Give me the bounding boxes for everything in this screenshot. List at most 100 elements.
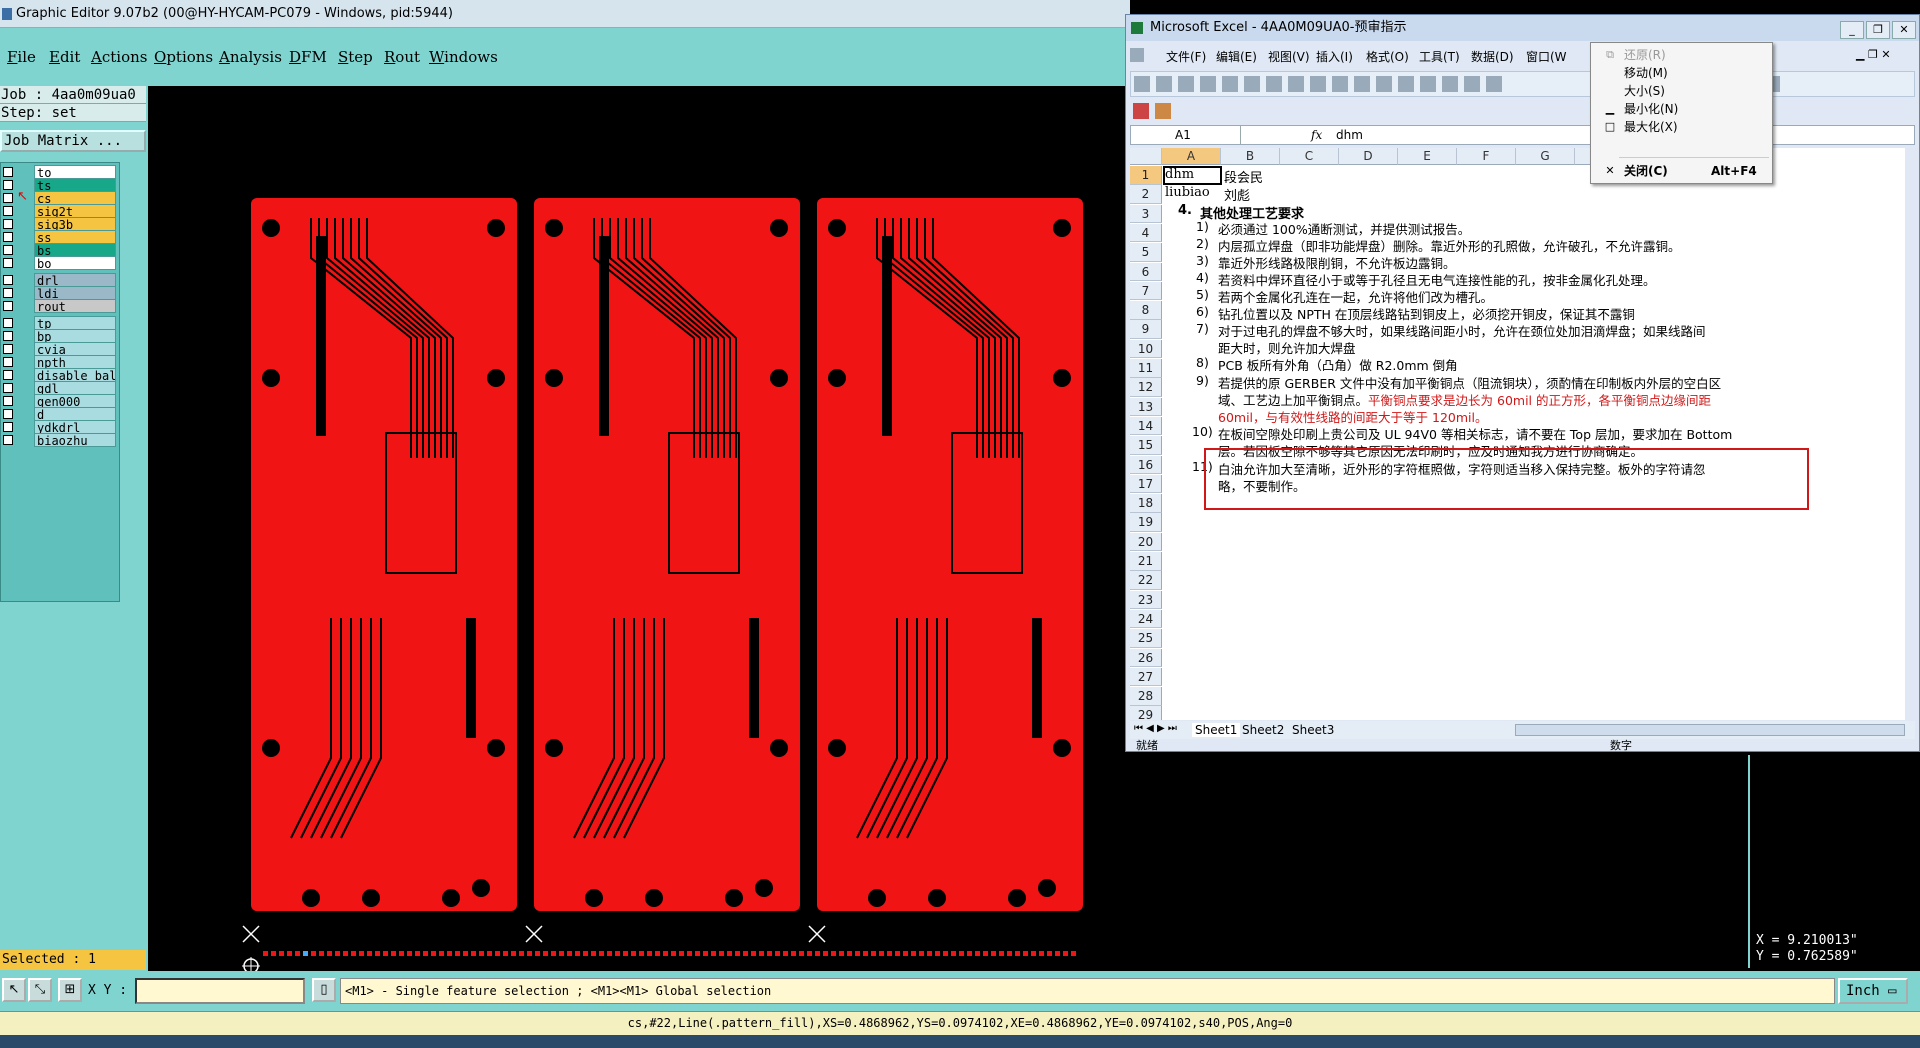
layer-checkbox[interactable]	[3, 435, 13, 445]
layer-row-disable-bal[interactable]: disable_bal	[1, 368, 119, 382]
row-header-17[interactable]: 17	[1130, 474, 1162, 494]
xl-menu-tools[interactable]: 工具(T)	[1419, 48, 1460, 65]
layer-name[interactable]: drl	[34, 273, 116, 287]
layer-row-cvia[interactable]: cvia	[1, 342, 119, 356]
layer-row-sig3b[interactable]: sig3b	[1, 217, 119, 231]
tab-scroll-icon[interactable]: ⏮ ◀ ▶ ⏭	[1134, 723, 1177, 734]
pdf-email-icon[interactable]	[1155, 103, 1171, 119]
layer-name[interactable]: d	[34, 407, 116, 421]
cell-a2[interactable]: liubiao	[1165, 185, 1210, 200]
info-icon[interactable]: ▯	[312, 978, 336, 1002]
research-icon[interactable]	[1310, 76, 1326, 92]
layer-row-npth[interactable]: npth	[1, 355, 119, 369]
row-header-25[interactable]: 25	[1130, 629, 1162, 648]
layer-checkbox[interactable]	[3, 275, 13, 285]
layer-name[interactable]: sig3b	[34, 217, 116, 231]
layer-name[interactable]: npth	[34, 355, 116, 369]
row-header-28[interactable]: 28	[1130, 687, 1162, 706]
row-header-6[interactable]: 6	[1130, 262, 1162, 281]
menu-rout[interactable]: Rout	[384, 48, 420, 66]
cell-b2[interactable]: 刘彪	[1224, 185, 1250, 204]
layer-name[interactable]: ts	[34, 178, 116, 192]
row-header-8[interactable]: 8	[1130, 301, 1162, 320]
save-icon[interactable]	[1178, 76, 1194, 92]
tab-sheet3[interactable]: Sheet3	[1292, 723, 1334, 737]
menu-actions[interactable]: Actions	[91, 48, 147, 66]
layer-row-cs[interactable]: cs ↖	[1, 189, 119, 205]
menu-item-1[interactable]: 移动(M)	[1591, 63, 1772, 83]
layer-row-to[interactable]: to	[1, 165, 119, 179]
layer-name[interactable]: to	[34, 165, 116, 179]
layer-row-ss[interactable]: ss	[1, 230, 119, 244]
layer-checkbox[interactable]	[3, 167, 13, 177]
horizontal-scrollbar[interactable]	[1515, 724, 1905, 736]
menu-item-4[interactable]: □ 最大化(X)	[1591, 117, 1772, 137]
row-header-14[interactable]: 14	[1130, 416, 1162, 436]
xl-menu-edit[interactable]: 编辑(E)	[1216, 48, 1257, 65]
layer-checkbox[interactable]	[3, 422, 13, 432]
layer-checkbox[interactable]	[3, 318, 13, 328]
row-header-24[interactable]: 24	[1130, 609, 1162, 629]
print-icon[interactable]	[1244, 76, 1260, 92]
column-header-a[interactable]: A	[1162, 148, 1221, 165]
permission-icon[interactable]	[1200, 76, 1216, 92]
redo-icon[interactable]	[1442, 76, 1458, 92]
new-icon[interactable]	[1134, 76, 1150, 92]
layer-checkbox[interactable]	[3, 219, 13, 229]
row-header-5[interactable]: 5	[1130, 243, 1162, 262]
tab-sheet2[interactable]: Sheet2	[1242, 723, 1284, 737]
formula-input[interactable]: dhm	[1336, 126, 1363, 144]
undo-icon[interactable]	[1420, 76, 1436, 92]
row-header-7[interactable]: 7	[1130, 281, 1162, 301]
menu-item-5[interactable]: ✕ 关闭(C) Alt+F4	[1591, 161, 1772, 181]
layer-name[interactable]: rout	[34, 299, 116, 313]
layer-row-bp[interactable]: bp	[1, 329, 119, 343]
layer-name[interactable]: ldi	[34, 286, 116, 300]
layer-name[interactable]: bp	[34, 329, 116, 343]
row-header-13[interactable]: 13	[1130, 397, 1162, 417]
paste-icon[interactable]	[1376, 76, 1392, 92]
column-header-g[interactable]: G	[1516, 148, 1575, 165]
layer-checkbox[interactable]	[3, 357, 13, 367]
excel-title-bar[interactable]: Microsoft Excel - 4AA0M09UA0-预审指示 _ ❐ ✕	[1126, 15, 1919, 41]
row-header-16[interactable]: 16	[1130, 455, 1162, 474]
layer-checkbox[interactable]	[3, 258, 13, 268]
tab-sheet1[interactable]: Sheet1	[1192, 723, 1241, 737]
pdf-icon[interactable]	[1133, 103, 1149, 119]
row-header-15[interactable]: 15	[1130, 436, 1162, 455]
layer-name[interactable]: disable_bal	[34, 368, 116, 382]
row-header-18[interactable]: 18	[1130, 494, 1162, 513]
doc-window-controls[interactable]: ▁ ❐ ✕	[1856, 48, 1891, 61]
xl-menu-window[interactable]: 窗口(W	[1526, 48, 1567, 65]
windows-taskbar[interactable]	[0, 1035, 1920, 1048]
layer-checkbox[interactable]	[3, 370, 13, 380]
copy-icon[interactable]	[1354, 76, 1370, 92]
menu-analysis[interactable]: Analysis	[219, 48, 282, 66]
measure-tool-icon[interactable]: ⤡	[28, 978, 52, 1002]
row-header-26[interactable]: 26	[1130, 648, 1162, 667]
layer-row-d[interactable]: d	[1, 407, 119, 421]
column-header-c[interactable]: C	[1280, 148, 1339, 165]
layer-name[interactable]: tp	[34, 316, 116, 330]
spelling-icon[interactable]	[1288, 76, 1304, 92]
hyperlink-icon[interactable]	[1464, 76, 1480, 92]
layer-name[interactable]: gdl	[34, 381, 116, 395]
layer-row-gen000[interactable]: gen000	[1, 394, 119, 408]
layer-row-ldi[interactable]: ldi	[1, 286, 119, 300]
menu-item-0[interactable]: ⧉ 还原(R)	[1591, 45, 1772, 65]
layer-row-bs[interactable]: bs	[1, 243, 119, 257]
minimize-icon[interactable]: _	[1840, 21, 1864, 39]
row-header-20[interactable]: 20	[1130, 532, 1162, 552]
layer-row-ydkdrl[interactable]: ydkdrl	[1, 420, 119, 434]
menu-dfm[interactable]: DFM	[289, 48, 327, 66]
row-header-19[interactable]: 19	[1130, 513, 1162, 532]
select-all-corner[interactable]	[1130, 148, 1162, 165]
menu-step[interactable]: Step	[338, 48, 373, 66]
grid-tool-icon[interactable]: ⊞	[58, 978, 82, 1002]
cell-b1[interactable]: 段会民	[1224, 167, 1263, 186]
layer-checkbox[interactable]	[3, 193, 13, 203]
layer-checkbox[interactable]	[3, 396, 13, 406]
select-tool-icon[interactable]: ↖	[2, 978, 26, 1002]
xl-menu-data[interactable]: 数据(D)	[1471, 48, 1514, 65]
restore-icon[interactable]: ❐	[1866, 21, 1890, 39]
